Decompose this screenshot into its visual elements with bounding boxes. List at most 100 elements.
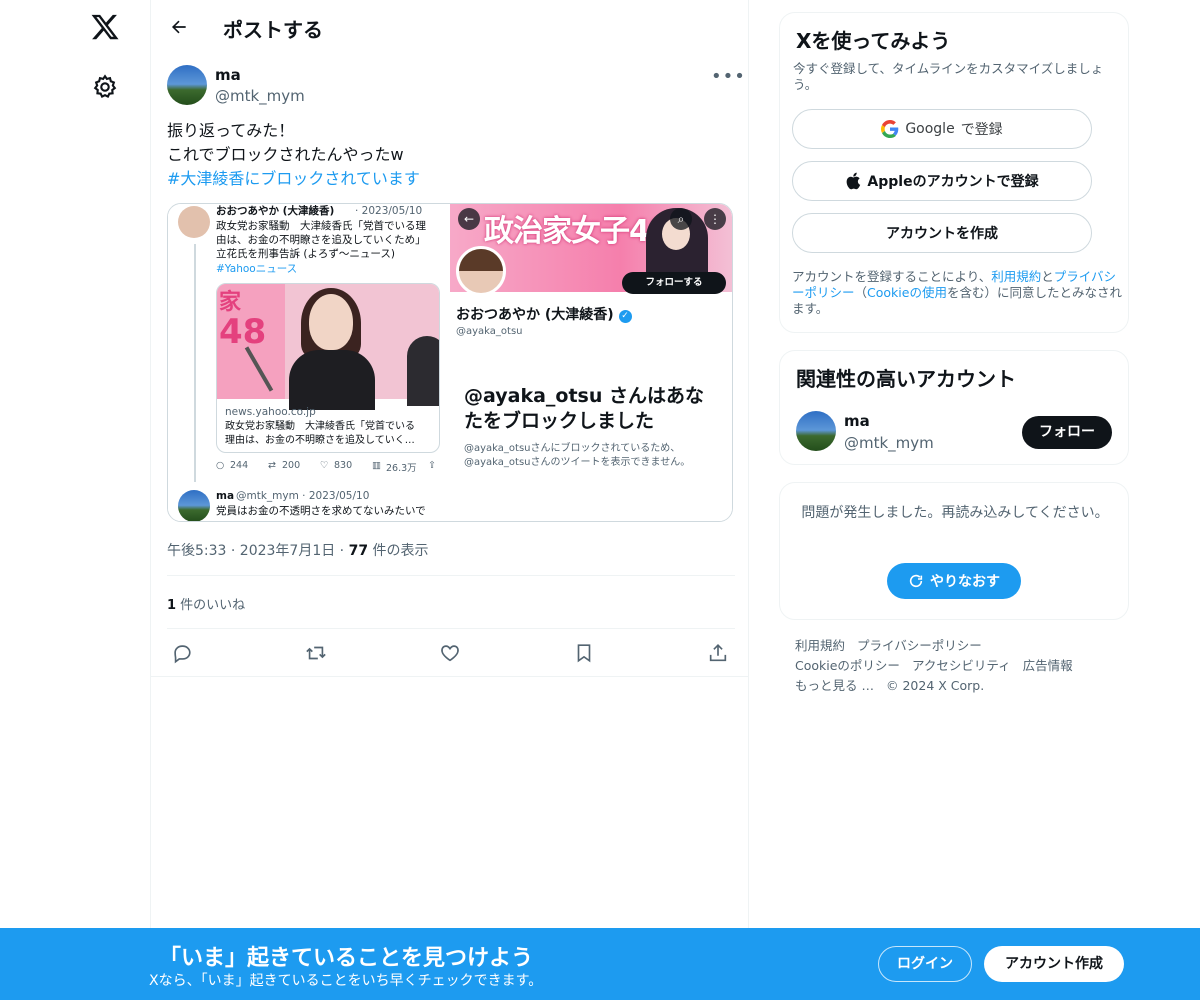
media-reply-count: 244 — [230, 460, 249, 471]
media-follow-button: フォローする — [622, 272, 726, 294]
media-more-icon: ⋮ — [704, 208, 726, 230]
likes-summary[interactable]: 1 件のいいね — [167, 594, 245, 613]
blocked-profile-name: おおつあやか (大津綾香) ✓ — [456, 304, 632, 324]
likes-label: 件のいいね — [176, 598, 246, 613]
cookie-use-link[interactable]: Cookieの使用 — [867, 285, 947, 300]
media-reply-text: 党員はお金の不透明さを求めてないみたいで — [216, 505, 426, 517]
media-search-icon: ⌕ — [670, 208, 692, 230]
media-tweet-date: · 2023/05/10 — [355, 205, 423, 217]
page-header: ポストする — [151, 0, 749, 54]
google-signup-suffix: で登録 — [960, 122, 1003, 138]
related-account-name[interactable]: ma — [844, 412, 870, 430]
create-account-button[interactable]: アカウントを作成 — [792, 213, 1092, 253]
media-like-count: 830 — [334, 460, 353, 471]
media-blocked-profile: 政治家女子48 ← ⌕ ⋮ フォローする おおつあやか (大津綾香) ✓ @ay… — [450, 204, 732, 521]
verified-badge-icon: ✓ — [618, 310, 632, 323]
signup-subtitle: 今すぐ登録して、タイムラインをカスタマイズしましょう。 — [793, 61, 1104, 92]
news-photo: 家 48 — [217, 284, 439, 410]
media-reply-meta: @mtk_mym · 2023/05/10 — [236, 490, 370, 502]
left-nav — [0, 0, 150, 1000]
signup-title: Xを使ってみよう — [796, 29, 951, 53]
apple-icon — [847, 172, 861, 190]
media-repost-count: 200 — [282, 460, 301, 471]
google-signup-button[interactable]: Google で登録 — [792, 109, 1092, 149]
news-link-card: 家 48 news.yahoo.co.jp 政女党お家騒動 大津綾香氏「党首でい… — [216, 283, 440, 453]
footer-link-cookie[interactable]: Cookieのポリシー — [795, 658, 900, 673]
post-hashtag-link[interactable]: #大津綾香にブロックされています — [167, 167, 727, 191]
app-root: ポストする ma @mtk_mym ••• 振り返ってみた！ これでブロックされ… — [0, 0, 1200, 1000]
terms-notice: アカウントを登録することにより、利用規約とプライバシーポリシー（Cookieの使… — [792, 269, 1124, 317]
signup-button[interactable]: アカウント作成 — [984, 946, 1124, 982]
related-account-avatar[interactable] — [796, 411, 836, 451]
blocked-submessage: @ayaka_otsuさんにブロックされているため、 @ayaka_otsuさん… — [464, 442, 730, 470]
signup-panel: Xを使ってみよう 今すぐ登録して、タイムラインをカスタマイズしましょう。 Goo… — [779, 12, 1129, 333]
create-account-label: アカウントを作成 — [886, 226, 998, 242]
settings-gear-icon[interactable] — [91, 73, 119, 101]
blocked-message-line-2: たをブロックしました — [464, 410, 655, 432]
post-time[interactable]: 午後5:33 · 2023年7月1日 · — [167, 543, 349, 559]
terms-of-service-link[interactable]: 利用規約 — [991, 269, 1041, 284]
share-upload-icon[interactable] — [705, 640, 731, 666]
media-tweet-line-3: 立花氏を刑事告訴 (よろず〜ニュース) — [216, 248, 396, 260]
back-arrow-icon[interactable] — [163, 11, 195, 43]
views-count: 77 — [348, 543, 369, 559]
page-title: ポストする — [223, 18, 323, 42]
footer-link-terms[interactable]: 利用規約 — [795, 638, 845, 653]
follow-button[interactable]: フォロー — [1022, 416, 1112, 449]
retry-button[interactable]: やりなおす — [887, 563, 1021, 599]
media-views-count: 26.3万 — [386, 463, 417, 474]
related-accounts-panel: 関連性の高いアカウント ma @mtk_mym フォロー — [779, 350, 1129, 465]
views-count-icon: ▥ — [372, 460, 381, 471]
banner-title: 政治家女子48 — [484, 214, 670, 249]
apple-signup-button[interactable]: Appleのアカウントで登録 — [792, 161, 1092, 201]
error-message: 問題が発生しました。再読み込みしてください。 — [801, 505, 1109, 521]
related-account-handle[interactable]: @mtk_mym — [844, 434, 934, 452]
divider — [167, 628, 735, 629]
terms-mid: （ — [854, 285, 868, 300]
footer-link-more[interactable]: もっと見る … — [795, 678, 874, 693]
divider — [167, 575, 735, 576]
footer-link-accessibility[interactable]: アクセシビリティ — [912, 658, 1011, 673]
reply-icon[interactable] — [169, 640, 195, 666]
blocked-profile-avatar — [456, 246, 506, 296]
post-text: 振り返ってみた！ これでブロックされたんやったw #大津綾香にブロックされていま… — [167, 119, 727, 191]
more-options-icon[interactable]: ••• — [711, 66, 745, 87]
media-reply-avatar — [178, 490, 210, 521]
blocked-message-line-1: @ayaka_otsu さんはあな — [464, 385, 704, 407]
post-media-image[interactable]: おおつあやか (大津綾香) · 2023/05/10 政女党お家騒動 大津綾香氏… — [167, 203, 733, 522]
media-tweet-line-1: 政女党お家騒動 大津綾香氏「党首でいる理 — [216, 220, 426, 232]
news-photo-number: 48 — [219, 312, 267, 352]
apple-signup-label: Appleのアカウントで登録 — [867, 174, 1039, 190]
terms-prefix: アカウントを登録することにより、 — [792, 269, 992, 284]
like-heart-icon[interactable] — [437, 640, 463, 666]
main-column: ポストする ma @mtk_mym ••• 振り返ってみた！ これでブロックされ… — [150, 0, 749, 1000]
refresh-icon — [909, 574, 923, 588]
blocked-message: @ayaka_otsu さんはあな たをブロックしました — [464, 384, 724, 434]
retry-label: やりなおす — [930, 574, 1000, 590]
media-tweet-stats: ○ 244 ⇄ 200 ♡ 830 ▥ 26.3万 ⇪ — [216, 460, 446, 476]
bottom-bar-subtitle: Xなら、「いま」起きていることをいち早くチェックできます。 — [149, 973, 543, 989]
bottom-bar-title: 「いま」起きていることを見つけよう — [159, 946, 534, 971]
media-tweet-hashtag: #Yahooニュース — [216, 263, 298, 275]
x-logo-icon[interactable] — [90, 12, 120, 42]
author-name[interactable]: ma — [215, 66, 241, 84]
views-label: 件の表示 — [368, 543, 429, 559]
error-panel: 問題が発生しました。再読み込みしてください。 やりなおす — [779, 482, 1129, 620]
login-button[interactable]: ログイン — [878, 946, 972, 982]
blocked-sub-line-1: @ayaka_otsuさんにブロックされているため、 — [464, 443, 681, 454]
footer-links: 利用規約 プライバシーポリシー Cookieのポリシー アクセシビリティ 広告情報 も… — [795, 636, 1115, 696]
bookmark-icon[interactable] — [571, 640, 597, 666]
thread-line — [194, 244, 196, 482]
author-handle[interactable]: @mtk_mym — [215, 87, 305, 105]
footer-link-privacy[interactable]: プライバシーポリシー — [857, 638, 982, 653]
like-count-icon: ♡ — [320, 460, 329, 471]
terms-and: と — [1041, 269, 1054, 284]
media-back-icon: ← — [458, 208, 480, 230]
footer-link-ads[interactable]: 広告情報 — [1023, 658, 1073, 673]
post-timestamp: 午後5:33 · 2023年7月1日 · 77 件の表示 — [167, 540, 429, 560]
news-card-line-2: 理由は、お金の不明瞭さを追及していく… — [225, 435, 415, 446]
repost-icon[interactable] — [303, 640, 329, 666]
author-avatar[interactable] — [167, 65, 207, 105]
likes-count: 1 — [167, 598, 177, 613]
news-card-domain: news.yahoo.co.jp — [225, 406, 316, 418]
